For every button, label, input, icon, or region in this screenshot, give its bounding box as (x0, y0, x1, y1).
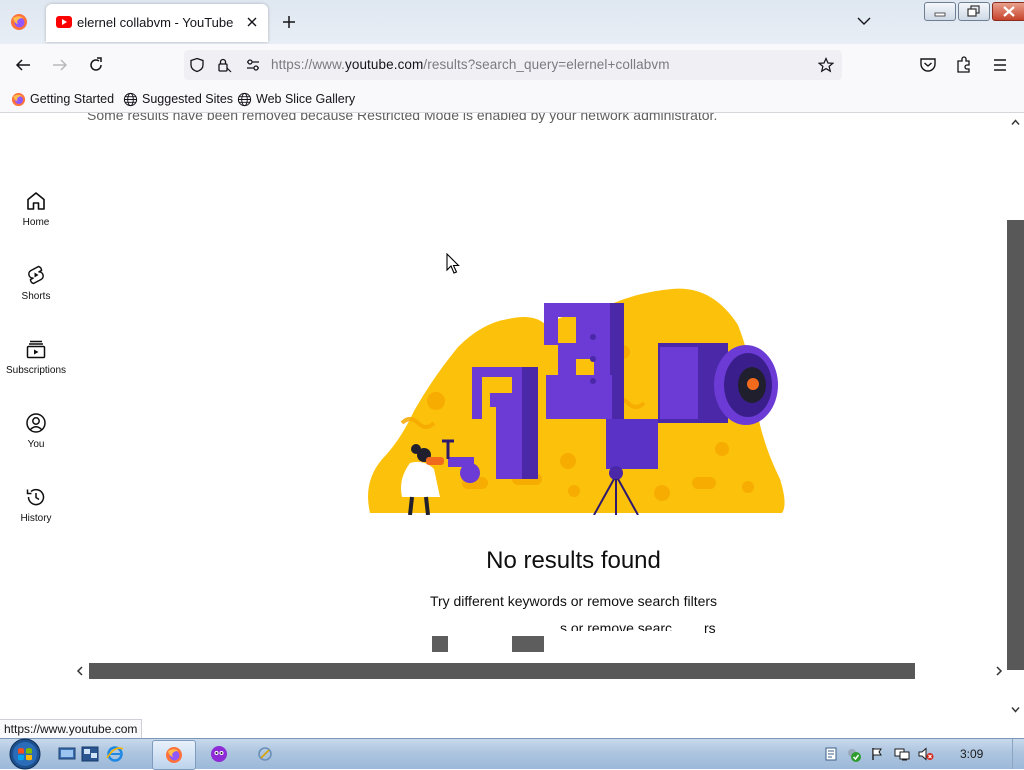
ghost-text: s or remove searc (560, 620, 673, 631)
volume-muted-icon[interactable] (918, 747, 934, 761)
sidebar-item-label: Shorts (21, 291, 51, 302)
navigation-toolbar: https://www.youtube.com/results?search_q… (0, 44, 1024, 86)
tab-title: elernel collabvm - YouTube (77, 15, 234, 30)
sidebar-item-label: You (27, 439, 45, 450)
sidebar-item-you[interactable]: You (0, 411, 72, 450)
firefox-icon (11, 92, 26, 106)
url-domain: youtube.com (344, 57, 424, 72)
firefox-icon[interactable] (10, 13, 28, 31)
mouse-cursor-icon (446, 253, 460, 274)
restore-icon (967, 5, 980, 17)
vertical-scrollbar[interactable] (1007, 113, 1024, 721)
browser-tab[interactable]: elernel collabvm - YouTube (46, 4, 268, 42)
bookmark-label: Suggested Sites (142, 92, 234, 106)
forward-icon[interactable] (51, 56, 69, 74)
permissions-icon[interactable] (245, 57, 261, 73)
reload-icon[interactable] (87, 56, 105, 74)
minimize-icon (934, 12, 946, 17)
restricted-mode-notice: Some results have been removed because R… (87, 113, 718, 123)
url-path: /results?search_query=elernel+collabvm (423, 57, 670, 72)
horizontal-scrollbar[interactable] (72, 661, 1007, 681)
no-results-illustration (368, 288, 785, 515)
shield-icon[interactable] (189, 57, 205, 73)
no-results-subtitle: Try different keywords or remove search … (429, 593, 718, 609)
sidebar-item-shorts[interactable]: Shorts (0, 263, 72, 302)
render-artifact (432, 636, 448, 652)
scroll-right-icon[interactable] (994, 665, 1004, 677)
history-icon (26, 488, 45, 506)
pocket-icon[interactable] (919, 56, 937, 74)
back-icon[interactable] (14, 56, 32, 74)
firefox-icon (166, 747, 182, 763)
star-icon[interactable] (818, 57, 834, 73)
show-desktop-icon[interactable] (58, 745, 76, 763)
switch-windows-icon[interactable] (81, 745, 99, 763)
taskbar: 3:09 (0, 737, 1024, 770)
extensions-icon[interactable] (955, 56, 973, 74)
restore-button[interactable] (958, 2, 990, 21)
sidebar-item-label: Subscriptions (5, 365, 67, 376)
action-center-flag-icon[interactable] (870, 747, 884, 761)
network-icon[interactable] (894, 747, 910, 761)
network-app-icon[interactable] (256, 745, 274, 763)
page-content: Some results have been removed because R… (0, 113, 1007, 721)
youtube-icon (56, 16, 72, 28)
lock-icon[interactable] (216, 57, 232, 73)
bookmark-suggested-sites[interactable]: Suggested Sites (123, 91, 233, 107)
system-clock[interactable]: 3:09 (960, 747, 983, 761)
bookmarks-toolbar: Getting Started Suggested Sites Web Slic… (0, 86, 1024, 113)
window-controls (924, 2, 1024, 21)
horizontal-scroll-thumb[interactable] (89, 663, 915, 679)
scroll-up-icon[interactable] (1010, 117, 1021, 128)
close-icon (1003, 6, 1015, 17)
url-text[interactable]: https://www.youtube.com/results?search_q… (271, 57, 670, 72)
sidebar-item-label: Home (22, 217, 50, 228)
close-tab-icon[interactable] (245, 15, 259, 29)
globe-icon (123, 92, 138, 106)
sidebar-item-subscriptions[interactable]: Subscriptions (0, 337, 72, 376)
sidebar-item-home[interactable]: Home (0, 189, 72, 228)
scroll-down-icon[interactable] (1010, 704, 1021, 715)
url-prefix: https://www. (271, 57, 345, 72)
address-bar[interactable]: https://www.youtube.com/results?search_q… (184, 50, 842, 80)
security-icon[interactable] (846, 747, 862, 763)
bookmark-label: Getting Started (30, 92, 115, 106)
ghost-text: rs (704, 620, 716, 634)
bookmark-getting-started[interactable]: Getting Started (11, 91, 114, 107)
show-desktop-button[interactable] (1012, 739, 1024, 769)
render-artifact (512, 636, 544, 652)
app-icon[interactable] (210, 745, 228, 763)
menu-icon[interactable] (991, 56, 1009, 74)
sidebar-item-label: History (20, 513, 52, 524)
internet-explorer-icon[interactable] (106, 745, 124, 763)
bookmark-web-slice-gallery[interactable]: Web Slice Gallery (237, 91, 355, 107)
minimize-button[interactable] (924, 2, 956, 21)
taskbar-firefox-button[interactable] (152, 740, 196, 770)
tab-strip: elernel collabvm - YouTube (0, 0, 1024, 44)
shorts-icon (28, 265, 44, 285)
start-button-icon[interactable] (6, 737, 44, 770)
scroll-left-icon[interactable] (75, 665, 85, 677)
user-circle-icon (26, 413, 46, 433)
home-icon (27, 192, 45, 210)
close-window-button[interactable] (992, 2, 1024, 21)
sidebar-item-history[interactable]: History (0, 485, 72, 524)
bookmark-label: Web Slice Gallery (256, 92, 356, 106)
chevron-down-icon[interactable] (856, 15, 872, 27)
subscriptions-icon (26, 340, 46, 359)
document-icon[interactable] (824, 747, 838, 761)
globe-icon (237, 92, 252, 106)
vertical-scroll-thumb[interactable] (1007, 220, 1024, 670)
new-tab-icon[interactable] (281, 14, 297, 30)
no-results-title: No results found (486, 547, 661, 574)
